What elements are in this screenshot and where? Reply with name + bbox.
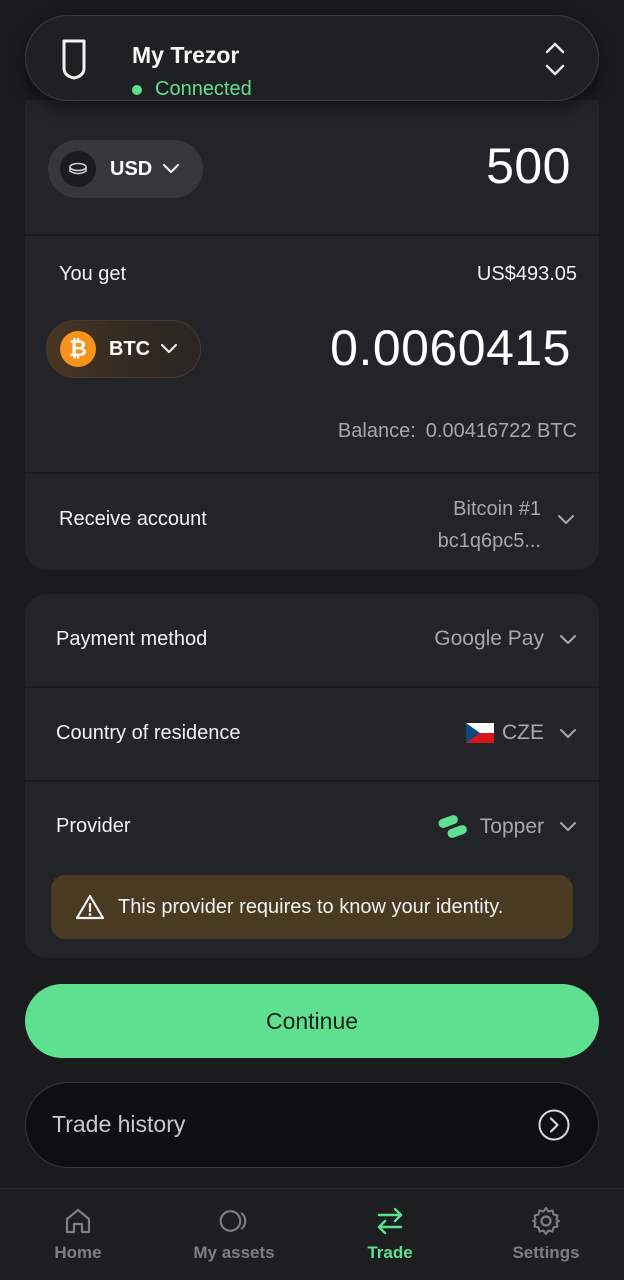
country-row[interactable]: Country of residence CZE bbox=[25, 688, 599, 780]
receive-account-label: Receive account bbox=[59, 508, 207, 530]
device-selector[interactable]: My Trezor Connected bbox=[25, 15, 599, 101]
nav-label: My assets bbox=[193, 1243, 275, 1262]
warning-text: This provider requires to know your iden… bbox=[118, 895, 504, 918]
payment-method-row[interactable]: Payment method Google Pay bbox=[25, 594, 599, 686]
provider-name: Topper bbox=[479, 815, 544, 838]
balance-value: 0.00416722 BTC bbox=[425, 420, 577, 442]
balance: Balance: 0.00416722 BTC bbox=[338, 420, 577, 443]
chevron-down-icon[interactable] bbox=[557, 514, 575, 526]
trade-settings-card: Payment method Google Pay Country of res… bbox=[25, 594, 599, 958]
trade-icon bbox=[377, 1207, 403, 1235]
payment-method-label: Payment method bbox=[56, 628, 208, 650]
continue-button[interactable]: Continue bbox=[25, 984, 599, 1058]
provider-value: Topper bbox=[436, 814, 544, 840]
status-text: Connected bbox=[155, 78, 252, 100]
crypto-currency-label: BTC bbox=[109, 337, 151, 360]
trade-history-button[interactable]: Trade history bbox=[25, 1082, 599, 1168]
topper-logo-icon bbox=[438, 815, 467, 838]
home-icon bbox=[65, 1208, 91, 1234]
chevron-up-down-icon[interactable] bbox=[544, 40, 566, 78]
crypto-currency-select[interactable]: ₿ BTC bbox=[46, 320, 201, 378]
nav-item-my-assets[interactable]: My assets bbox=[156, 1189, 312, 1280]
divider bbox=[25, 234, 599, 236]
crypto-amount-input[interactable]: 0.0060415 bbox=[330, 319, 571, 377]
fiat-currency-label: USD bbox=[110, 157, 153, 180]
you-get-label: You get bbox=[59, 263, 127, 285]
country-value: CZE bbox=[466, 721, 544, 745]
bitcoin-icon: ₿ bbox=[60, 331, 96, 367]
country-code: CZE bbox=[502, 721, 544, 744]
chevron-right-circle-icon bbox=[538, 1109, 570, 1141]
fiat-coin-icon bbox=[60, 151, 96, 187]
nav-item-trade[interactable]: Trade bbox=[312, 1189, 468, 1280]
trade-history-label: Trade history bbox=[52, 1111, 186, 1137]
nav-item-settings[interactable]: Settings bbox=[468, 1189, 624, 1280]
device-name: My Trezor bbox=[132, 42, 240, 68]
fiat-amount-input[interactable]: 500 bbox=[486, 137, 571, 195]
provider-label: Provider bbox=[56, 815, 131, 837]
czech-flag-icon bbox=[466, 723, 494, 743]
identity-warning: This provider requires to know your iden… bbox=[51, 875, 573, 939]
trade-amount-card: USD 500 You get US$493.05 ₿ BTC 0.006041… bbox=[25, 100, 599, 570]
provider-row[interactable]: Provider Topper bbox=[25, 781, 599, 873]
chevron-down-icon bbox=[560, 822, 576, 831]
nav-item-home[interactable]: Home bbox=[0, 1189, 156, 1280]
balance-label: Balance: bbox=[337, 420, 416, 442]
chevron-down-icon bbox=[163, 163, 180, 174]
receive-account-name: Bitcoin #1 bbox=[453, 498, 541, 520]
trezor-shield-icon bbox=[62, 39, 86, 80]
divider bbox=[25, 472, 599, 474]
bottom-navigation: Home My assets Trade Settings bbox=[0, 1188, 624, 1280]
status-dot-icon bbox=[132, 84, 142, 95]
chevron-down-icon bbox=[560, 729, 576, 738]
nav-label: Trade bbox=[367, 1243, 413, 1262]
nav-label: Settings bbox=[512, 1243, 580, 1262]
nav-label: Home bbox=[54, 1243, 102, 1262]
receive-account-address: bc1q6pc5... bbox=[437, 530, 541, 552]
receive-account-select[interactable]: Bitcoin #1 bc1q6pc5... bbox=[438, 493, 541, 557]
fiat-currency-select[interactable]: USD bbox=[48, 140, 203, 198]
assets-icon bbox=[219, 1210, 247, 1232]
payment-method-value: Google Pay bbox=[434, 627, 544, 650]
gear-icon bbox=[532, 1207, 560, 1235]
connection-status: Connected bbox=[132, 78, 252, 101]
warning-icon bbox=[75, 894, 105, 920]
country-label: Country of residence bbox=[56, 722, 241, 744]
chevron-down-icon bbox=[161, 343, 178, 354]
chevron-down-icon bbox=[560, 635, 576, 644]
fiat-equivalent: US$493.05 bbox=[476, 263, 577, 285]
